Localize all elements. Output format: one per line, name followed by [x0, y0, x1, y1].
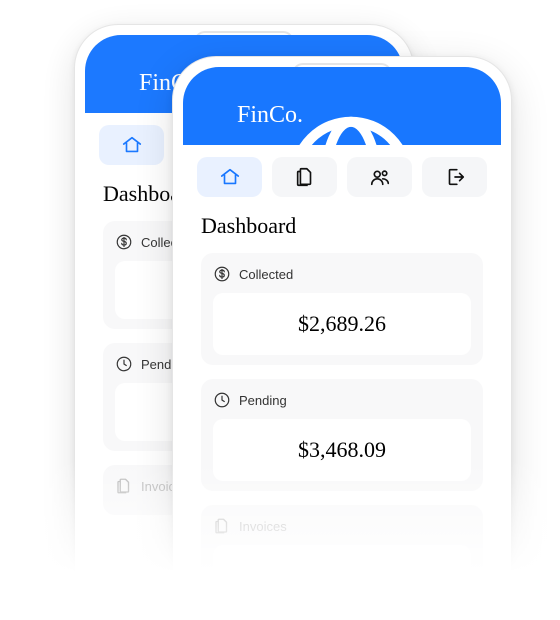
card-value — [213, 545, 471, 603]
home-icon — [121, 134, 143, 156]
card-label: Collected — [239, 267, 293, 282]
exit-icon — [444, 166, 466, 188]
brand-bar: FinCo. — [183, 67, 501, 145]
globe-icon — [201, 103, 227, 129]
card-label: Invoices — [239, 519, 287, 534]
globe-icon — [103, 71, 129, 97]
brand-name: FinCo. — [237, 102, 303, 129]
dollar-icon — [213, 265, 231, 283]
home-icon — [219, 166, 241, 188]
phone-mock-front: FinCo. Dashboard Collected $2,689.26 — [172, 56, 512, 620]
tab-home[interactable] — [197, 157, 262, 197]
document-icon — [115, 477, 133, 495]
document-icon — [294, 166, 316, 188]
tab-users[interactable] — [347, 157, 412, 197]
tab-logout[interactable] — [422, 157, 487, 197]
document-icon — [213, 517, 231, 535]
dollar-icon — [115, 233, 133, 251]
users-icon — [369, 166, 391, 188]
card-value: $3,468.09 — [213, 419, 471, 481]
card-value: $2,689.26 — [213, 293, 471, 355]
card-pending: Pending $3,468.09 — [201, 379, 483, 491]
card-label: Pending — [239, 393, 287, 408]
tab-files[interactable] — [272, 157, 337, 197]
clock-icon — [213, 391, 231, 409]
tab-home[interactable] — [99, 125, 164, 165]
clock-icon — [115, 355, 133, 373]
card-collected: Collected $2,689.26 — [201, 253, 483, 365]
card-invoices: Invoices — [201, 505, 483, 613]
